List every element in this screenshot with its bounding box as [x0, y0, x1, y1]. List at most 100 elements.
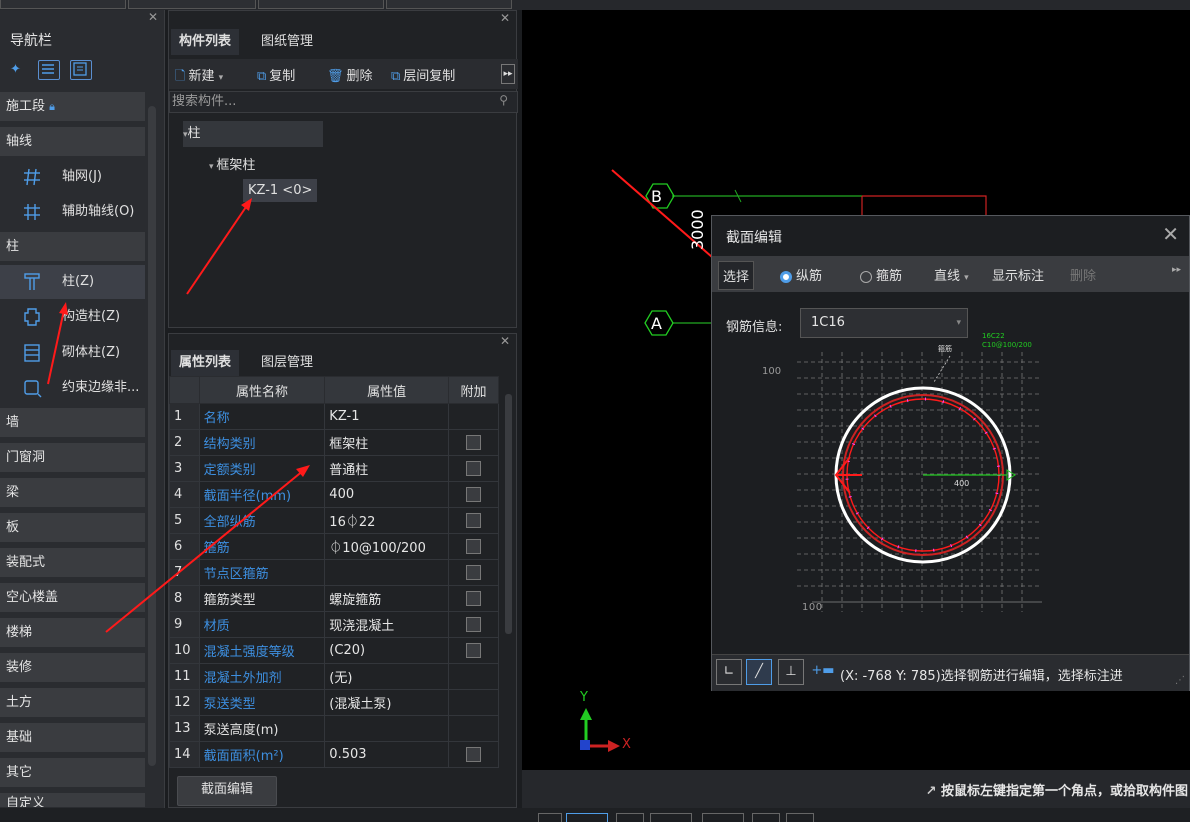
grid-label: 100: [762, 366, 782, 377]
section-edit-button[interactable]: 截面编辑: [177, 776, 277, 806]
radio-longitudinal[interactable]: 纵筋: [780, 265, 822, 284]
extra-checkbox[interactable]: [465, 539, 481, 554]
table-row[interactable]: 14 截面面积(m²) 0.503: [169, 741, 500, 768]
nav-section-beam[interactable]: 梁: [0, 478, 145, 508]
radio-stirrup[interactable]: 箍筋: [860, 265, 902, 284]
perpendicular-icon[interactable]: ⊥: [778, 659, 804, 685]
top-combo-2[interactable]: [128, 0, 256, 9]
pin-icon[interactable]: ✦: [10, 62, 21, 77]
list-view-icon[interactable]: [38, 60, 60, 80]
table-row[interactable]: 4 截面半径(mm) 400: [169, 481, 500, 508]
nav-item-aux-axis[interactable]: 辅助轴线(O): [0, 195, 145, 229]
top-combo-3[interactable]: [258, 0, 384, 9]
nav-item-grid[interactable]: 轴网(J): [0, 160, 145, 194]
nav-item-masonry-column[interactable]: 砌体柱(Z): [0, 336, 145, 370]
nav-section-slab[interactable]: 板: [0, 513, 145, 543]
nav-section-decoration[interactable]: 装修: [0, 653, 145, 683]
floor-copy-button[interactable]: ⧉ 层间复制: [391, 65, 455, 84]
nav-section-stair[interactable]: 楼梯: [0, 618, 145, 648]
nav-section-axis[interactable]: 轴线: [0, 127, 145, 157]
table-row[interactable]: 6 箍筋 ⏀10@100/200: [169, 533, 500, 560]
nav-section-hollow-slab[interactable]: 空心楼盖: [0, 583, 145, 613]
select-button[interactable]: 选择: [718, 261, 755, 290]
extra-checkbox[interactable]: [465, 513, 481, 528]
tool-button[interactable]: [566, 813, 608, 822]
nav-item-column[interactable]: 柱(Z): [0, 265, 145, 299]
nav-section-column[interactable]: 柱: [0, 232, 145, 262]
delete-button[interactable]: 🗑︎ 删除: [327, 65, 373, 84]
extra-checkbox[interactable]: [465, 591, 481, 606]
table-row[interactable]: 12 泵送类型 (混凝土泵): [169, 689, 500, 716]
close-icon[interactable]: ✕: [1162, 222, 1179, 246]
table-row[interactable]: 5 全部纵筋 16⏀22: [169, 507, 500, 534]
new-button[interactable]: 🗋︎ 新建 ▾: [175, 65, 223, 89]
tool-button[interactable]: [538, 813, 562, 822]
extra-checkbox[interactable]: [465, 487, 481, 502]
table-row[interactable]: 11 混凝土外加剂 (无): [169, 663, 500, 690]
nav-section-prefab[interactable]: 装配式: [0, 548, 145, 578]
tool-button[interactable]: [702, 813, 744, 822]
table-row[interactable]: 7 节点区箍筋: [169, 559, 500, 586]
close-icon[interactable]: ✕: [500, 334, 510, 348]
nav-section-other[interactable]: 其它: [0, 758, 145, 788]
delete-button-disabled[interactable]: 删除: [1070, 265, 1096, 284]
top-combo-4[interactable]: [386, 0, 512, 9]
tool-button[interactable]: [650, 813, 692, 822]
component-search-input[interactable]: 搜索构件...: [169, 91, 518, 113]
search-icon[interactable]: ⚲: [499, 93, 508, 107]
table-row[interactable]: 3 定额类别 普通柱: [169, 455, 500, 482]
extra-checkbox[interactable]: [465, 565, 481, 580]
line-mode-icon[interactable]: ╱: [746, 659, 772, 685]
nav-scrollbar[interactable]: [148, 106, 156, 766]
tab-component-list[interactable]: 构件列表: [171, 29, 240, 55]
property-scrollbar[interactable]: [505, 394, 512, 634]
section-edit-dialog: 截面编辑 ✕ 选择 纵筋 箍筋 直线 ▾ 显示标注 删除 ▸▸ 钢筋信息: 1C…: [711, 215, 1190, 691]
tree-node-kz1[interactable]: KZ-1 <0>: [243, 179, 318, 202]
tree-node-column[interactable]: ▾柱: [183, 121, 323, 147]
tab-property-list[interactable]: 属性列表: [171, 350, 240, 376]
add-dimension-icon[interactable]: +▬: [810, 659, 836, 685]
axis-label-a: A: [651, 314, 662, 333]
more-tools-icon[interactable]: ▸▸: [1172, 265, 1181, 275]
ortho-mode-icon[interactable]: ∟: [716, 659, 742, 685]
extra-checkbox[interactable]: [465, 617, 481, 632]
table-row[interactable]: 8 箍筋类型 螺旋箍筋: [169, 585, 500, 612]
detail-view-icon[interactable]: [70, 60, 92, 80]
table-row[interactable]: 10 混凝土强度等级 (C20): [169, 637, 500, 664]
extra-checkbox[interactable]: [465, 643, 481, 658]
resize-grip-icon[interactable]: ⋰: [1175, 675, 1185, 686]
nav-item-edge-member[interactable]: 约束边缘非...: [0, 371, 145, 405]
bottom-tool-buttons[interactable]: [530, 810, 830, 822]
table-row[interactable]: 1 名称 KZ-1: [169, 403, 500, 430]
extra-checkbox[interactable]: [465, 747, 481, 762]
tab-layer-management[interactable]: 图层管理: [253, 350, 321, 376]
status-text: ↗ 按鼠标左键指定第一个角点，或拾取构件图: [925, 784, 1188, 799]
tool-button[interactable]: [616, 813, 644, 822]
trash-icon: 🗑︎: [327, 69, 344, 84]
table-row[interactable]: 2 结构类别 框架柱: [169, 429, 500, 456]
copy-button[interactable]: ⧉ 复制: [257, 65, 295, 84]
nav-section-custom[interactable]: 自定义: [0, 793, 145, 808]
nav-section-wall[interactable]: 墙: [0, 408, 145, 438]
nav-item-struct-column[interactable]: 构造柱(Z): [0, 300, 145, 334]
table-row[interactable]: 13 泵送高度(m): [169, 715, 500, 742]
nav-section-foundation[interactable]: 基础: [0, 723, 145, 753]
close-icon[interactable]: ✕: [500, 11, 510, 25]
top-combo-1[interactable]: [0, 0, 126, 9]
line-dropdown[interactable]: 直线 ▾: [934, 265, 969, 284]
component-list-panel: ✕ 构件列表 图纸管理 🗋︎ 新建 ▾ ⧉ 复制 🗑︎ 删除 ⧉ 层间复制 ▸▸ 搜索构…: [168, 10, 518, 328]
nav-section-earthwork[interactable]: 土方: [0, 688, 145, 718]
nav-section-door-window[interactable]: 门窗洞: [0, 443, 145, 473]
tab-drawing-management[interactable]: 图纸管理: [253, 29, 321, 55]
tool-button[interactable]: [752, 813, 780, 822]
tree-node-frame-column[interactable]: ▾ 框架柱: [209, 154, 255, 173]
nav-section-construction[interactable]: 施工段 🔒︎: [0, 92, 145, 122]
close-icon[interactable]: ✕: [148, 10, 158, 24]
tool-button[interactable]: [786, 813, 814, 822]
property-panel: ✕ 属性列表 图层管理 属性名称 属性值 附加 1 名称 KZ-1 2 结构类别 框架柱…: [168, 333, 517, 808]
extra-checkbox[interactable]: [465, 461, 481, 476]
table-row[interactable]: 9 材质 现浇混凝土: [169, 611, 500, 638]
extra-checkbox[interactable]: [465, 435, 481, 450]
more-tools-icon[interactable]: ▸▸: [501, 64, 515, 84]
show-dimension-button[interactable]: 显示标注: [992, 265, 1044, 284]
